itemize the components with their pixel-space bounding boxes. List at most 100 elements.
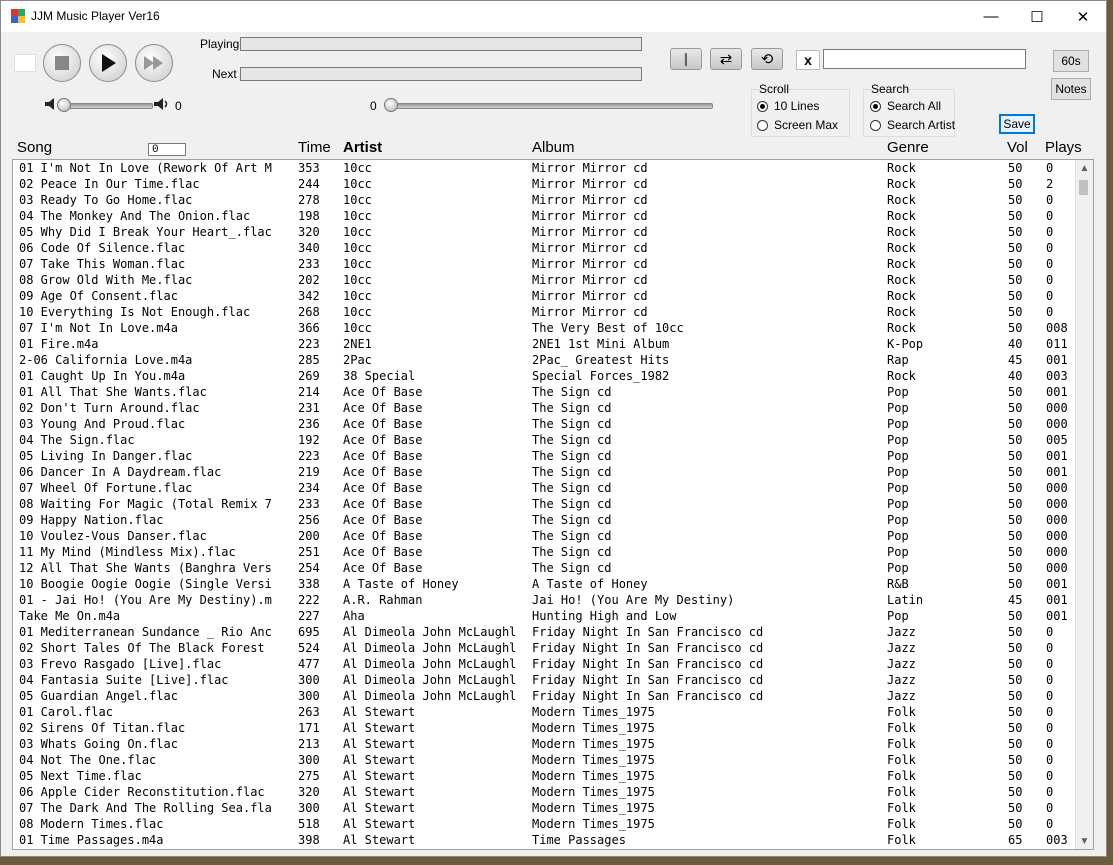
song-row[interactable]: 08 Grow Old With Me.flac 202 10cc Mirror Mi… xyxy=(13,272,1078,288)
song-row[interactable]: 2-06 California Love.m4a 285 2Pac 2Pac_ Gre… xyxy=(13,352,1078,368)
song-row[interactable]: 04 The Monkey And The Onion.flac 198 10cc M… xyxy=(13,208,1078,224)
cell-artist: 10cc xyxy=(343,305,372,319)
stop-button[interactable] xyxy=(43,44,81,82)
clear-search-button[interactable]: x xyxy=(796,50,820,70)
cell-time: 320 xyxy=(298,225,320,239)
song-row[interactable]: 03 Frevo Rasgado [Live].flac 477 Al Dimeol… xyxy=(13,656,1078,672)
song-row[interactable]: 02 Short Tales Of The Black Forest 524 Al … xyxy=(13,640,1078,656)
song-row[interactable]: 10 Everything Is Not Enough.flac 268 10cc M… xyxy=(13,304,1078,320)
search-input[interactable] xyxy=(823,49,1026,69)
player-controls: Playing Next 0 0 ❙ ⇄ ⟲ x 60s Notes Save … xyxy=(1,32,1106,142)
scroll-down-icon[interactable]: ▼ xyxy=(1076,833,1093,849)
song-row[interactable]: 04 The Sign.flac 192 Ace Of Base The Sign c… xyxy=(13,432,1078,448)
column-header-artist[interactable]: Artist xyxy=(343,139,382,156)
song-row[interactable]: 10 Boogie Oogie Oogie (Single Versi 338 A … xyxy=(13,576,1078,592)
playing-display xyxy=(240,37,642,51)
timer-button[interactable]: 60s xyxy=(1053,50,1089,72)
play-button[interactable] xyxy=(89,44,127,82)
song-row[interactable]: 01 Mediterranean Sundance _ Rio Anc 695 Al… xyxy=(13,624,1078,640)
song-row[interactable]: 07 I'm Not In Love.m4a 366 10cc The Very Be… xyxy=(13,320,1078,336)
column-header-vol[interactable]: Vol xyxy=(1007,139,1028,156)
position-slider-thumb[interactable] xyxy=(384,98,398,112)
cell-time: 222 xyxy=(298,593,320,607)
column-header-plays[interactable]: Plays xyxy=(1045,139,1082,156)
song-row[interactable]: 01 - Jai Ho! (You Are My Destiny).m 222 A.… xyxy=(13,592,1078,608)
song-row[interactable]: 02 Peace In Our Time.flac 244 10cc Mirror M… xyxy=(13,176,1078,192)
column-header-time[interactable]: Time xyxy=(298,139,331,156)
search-artist-radio[interactable]: Search Artist xyxy=(870,118,955,132)
repeat-button[interactable]: ⟲ xyxy=(751,48,783,70)
song-row[interactable]: 02 Don't Turn Around.flac 231 Ace Of Base T… xyxy=(13,400,1078,416)
cell-genre: Pop xyxy=(887,449,909,463)
column-header-genre[interactable]: Genre xyxy=(887,139,929,156)
song-row[interactable]: 07 Take This Woman.flac 233 10cc Mirror Mir… xyxy=(13,256,1078,272)
song-counter-field[interactable] xyxy=(148,143,186,156)
song-row[interactable]: 07 The Dark And The Rolling Sea.fla 300 Al… xyxy=(13,800,1078,816)
song-row[interactable]: 01 Time Passages.m4a 398 Al Stewart Time Pa… xyxy=(13,832,1078,848)
notes-button[interactable]: Notes xyxy=(1051,78,1091,100)
cell-vol: 50 xyxy=(1008,801,1023,815)
song-row[interactable]: 05 Living In Danger.flac 223 Ace Of Base Th… xyxy=(13,448,1078,464)
cell-time: 213 xyxy=(298,737,320,751)
close-button[interactable]: ✕ xyxy=(1060,1,1106,32)
song-row[interactable]: 06 Apple Cider Reconstitution.flac 320 Al … xyxy=(13,784,1078,800)
song-row[interactable]: 02 Sirens Of Titan.flac 171 Al Stewart Mode… xyxy=(13,720,1078,736)
volume-value: 0 xyxy=(175,99,182,113)
save-button[interactable]: Save xyxy=(999,114,1035,134)
pause-button[interactable]: ❙ xyxy=(670,48,702,70)
song-row[interactable]: 03 Young And Proud.flac 236 Ace Of Base The… xyxy=(13,416,1078,432)
cell-album: Special Forces_1982 xyxy=(532,369,670,383)
cell-vol: 45 xyxy=(1008,593,1023,607)
song-row[interactable]: 05 Why Did I Break Your Heart_.flac 320 10… xyxy=(13,224,1078,240)
scrollbar-thumb[interactable] xyxy=(1079,180,1088,195)
scroll-up-icon[interactable]: ▲ xyxy=(1076,160,1093,176)
shuffle-button[interactable]: ⇄ xyxy=(710,48,742,70)
scroll-10-lines-radio[interactable]: 10 Lines xyxy=(757,99,819,113)
song-row[interactable]: 03 Whats Going On.flac 213 Al Stewart Moder… xyxy=(13,736,1078,752)
scroll-screen-max-radio[interactable]: Screen Max xyxy=(757,118,838,132)
song-row[interactable]: 05 Guardian Angel.flac 300 Al Dimeola John… xyxy=(13,688,1078,704)
song-row[interactable]: 06 Code Of Silence.flac 340 10cc Mirror Mir… xyxy=(13,240,1078,256)
song-row[interactable]: 01 Carol.flac 263 Al Stewart Modern Times_1… xyxy=(13,704,1078,720)
cell-album: Modern Times_1975 xyxy=(532,705,655,719)
position-slider[interactable] xyxy=(385,103,713,109)
song-row[interactable]: 06 Dancer In A Daydream.flac 219 Ace Of Ba… xyxy=(13,464,1078,480)
cell-album: Mirror Mirror cd xyxy=(532,225,648,239)
column-header-album[interactable]: Album xyxy=(532,139,575,156)
cell-song: 12 All That She Wants (Banghra Vers xyxy=(19,561,272,575)
song-row[interactable]: Take Me On.m4a 227 Aha Hunting High and Low… xyxy=(13,608,1078,624)
minimize-button[interactable]: — xyxy=(968,1,1014,32)
song-row[interactable]: 01 Fire.m4a 223 2NE1 2NE1 1st Mini Album K-P… xyxy=(13,336,1078,352)
volume-slider[interactable] xyxy=(59,103,153,109)
cell-time: 200 xyxy=(298,529,320,543)
song-row[interactable]: 01 I'm Not In Love (Rework Of Art M 353 10… xyxy=(13,160,1078,176)
song-row[interactable]: 12 All That She Wants (Banghra Vers 254 Ac… xyxy=(13,560,1078,576)
maximize-button[interactable]: ☐ xyxy=(1014,1,1060,32)
song-row[interactable]: 05 Next Time.flac 275 Al Stewart Modern Tim… xyxy=(13,768,1078,784)
cell-artist: 38 Special xyxy=(343,369,416,383)
song-row[interactable]: 09 Happy Nation.flac 256 Ace Of Base The Si… xyxy=(13,512,1078,528)
song-row[interactable]: 03 Ready To Go Home.flac 278 10cc Mirror Mi… xyxy=(13,192,1078,208)
cell-album: The Sign cd xyxy=(532,385,612,399)
song-row[interactable]: 08 Waiting For Magic (Total Remix 7 233 Ac… xyxy=(13,496,1078,512)
cell-time: 342 xyxy=(298,289,320,303)
song-row[interactable]: 01 All That She Wants.flac 214 Ace Of Base… xyxy=(13,384,1078,400)
song-row[interactable]: 07 Wheel Of Fortune.flac 234 Ace Of Base Th… xyxy=(13,480,1078,496)
song-row[interactable]: 09 Age Of Consent.flac 342 10cc Mirror Mirr… xyxy=(13,288,1078,304)
cell-genre: Jazz xyxy=(887,689,916,703)
song-row[interactable]: 11 My Mind (Mindless Mix).flac 251 Ace Of … xyxy=(13,544,1078,560)
next-track-button[interactable] xyxy=(135,44,173,82)
volume-slider-thumb[interactable] xyxy=(57,98,71,112)
song-list[interactable]: 01 I'm Not In Love (Rework Of Art M 353 10… xyxy=(12,159,1094,850)
song-row[interactable]: 04 Not The One.flac 300 Al Stewart Modern T… xyxy=(13,752,1078,768)
song-row[interactable]: 04 Fantasia Suite [Live].flac 300 Al Dimeo… xyxy=(13,672,1078,688)
search-all-radio[interactable]: Search All xyxy=(870,99,941,113)
song-row[interactable]: 01 Caught Up In You.m4a 269 38 Special Spec… xyxy=(13,368,1078,384)
cell-artist: Ace Of Base xyxy=(343,561,423,575)
vertical-scrollbar[interactable]: ▲ ▼ xyxy=(1075,160,1093,849)
column-header-song[interactable]: Song xyxy=(17,139,52,156)
pause-icon: ❙ xyxy=(680,51,692,66)
cell-song: Take Me On.m4a xyxy=(19,609,121,623)
song-row[interactable]: 08 Modern Times.flac 518 Al Stewart Modern … xyxy=(13,816,1078,832)
song-row[interactable]: 10 Voulez-Vous Danser.flac 200 Ace Of Base… xyxy=(13,528,1078,544)
